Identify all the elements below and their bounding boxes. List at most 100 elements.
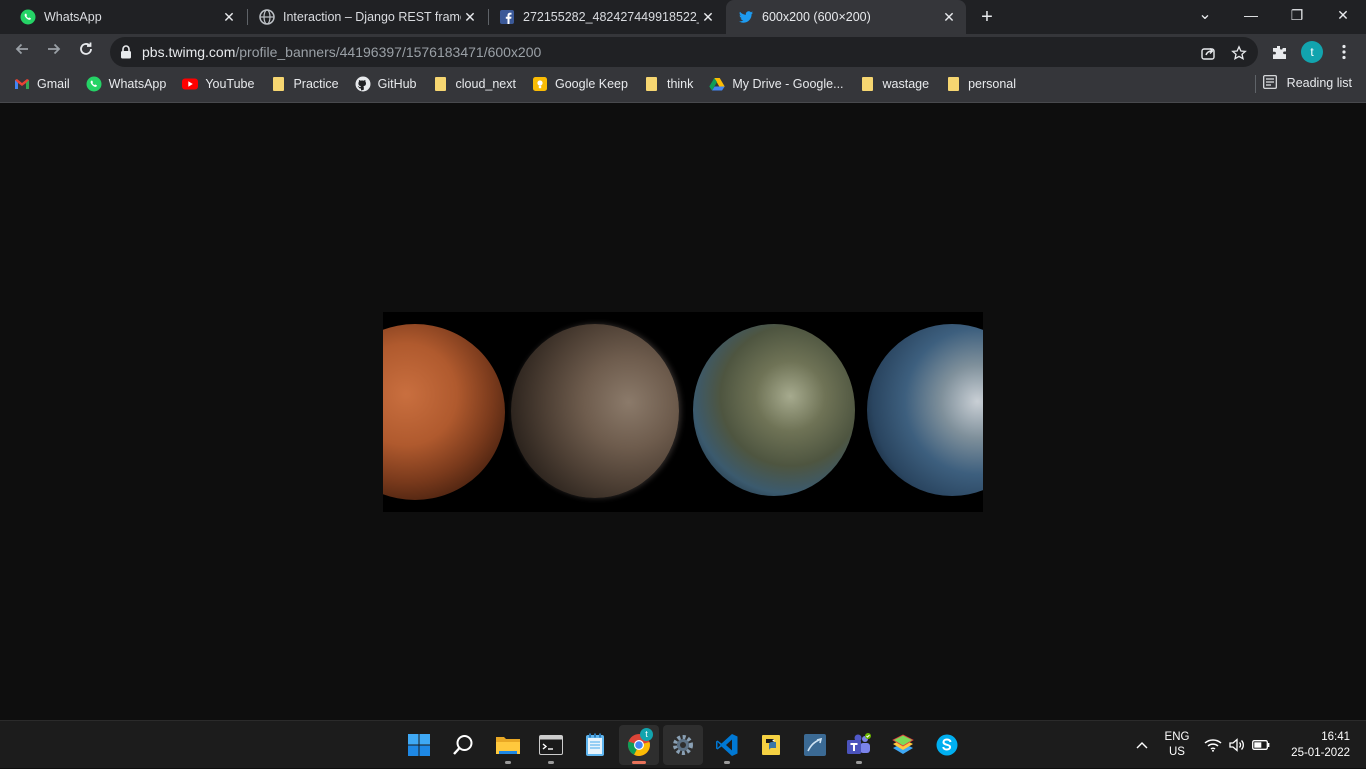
close-icon[interactable]: ✕: [220, 9, 238, 26]
python-idle-icon: [762, 735, 780, 755]
tab-django-rest[interactable]: Interaction – Django REST framework ✕: [247, 0, 487, 34]
address-bar[interactable]: pbs.twimg.com/profile_banners/44196397/1…: [110, 37, 1258, 67]
bookmark-practice[interactable]: Practice: [262, 72, 346, 96]
forward-button[interactable]: [42, 40, 66, 64]
terminal-icon: [539, 735, 563, 755]
search-icon: [453, 735, 473, 755]
wifi-icon: [1204, 739, 1222, 752]
tab-active-image[interactable]: 600x200 (600×200) ✕: [726, 0, 966, 34]
bookmark-label: personal: [968, 77, 1017, 91]
page-viewport: [0, 103, 1366, 720]
tab-facebook-image[interactable]: 272155282_482427449918522_7 ✕: [487, 0, 725, 34]
taskbar-clock[interactable]: 16:41 25-01-2022: [1284, 729, 1350, 761]
input-language-indicator[interactable]: ENG US: [1163, 730, 1191, 760]
reading-list-button[interactable]: Reading list: [1262, 75, 1352, 91]
close-icon[interactable]: ✕: [699, 9, 717, 26]
vscode-icon: [716, 734, 738, 756]
taskbar-mysql-workbench[interactable]: [795, 725, 835, 765]
back-button[interactable]: [10, 40, 34, 64]
youtube-icon: [182, 76, 199, 92]
bookmarks-bar: Gmail WhatsApp YouTube Practice GitHub c…: [0, 70, 1366, 98]
bookmark-github[interactable]: GitHub: [347, 72, 425, 96]
tab-title: Interaction – Django REST framework: [283, 10, 461, 24]
bookmark-youtube[interactable]: YouTube: [174, 72, 262, 96]
tab-title: 600x200 (600×200): [762, 10, 871, 24]
teams-icon: [847, 733, 871, 754]
bookmark-whatsapp[interactable]: WhatsApp: [78, 72, 175, 96]
taskbar-settings[interactable]: [663, 725, 703, 765]
bookmarks-separator: [1255, 75, 1256, 93]
bookmark-think[interactable]: think: [636, 72, 701, 96]
tab-search-button[interactable]: ⌄: [1182, 0, 1228, 30]
folder-icon: [433, 76, 449, 92]
url-host: pbs.twimg.com: [142, 44, 236, 60]
banner-image: [383, 312, 983, 512]
language-region: US: [1169, 746, 1185, 758]
battery-icon: [1252, 740, 1270, 750]
minimize-button[interactable]: —: [1228, 0, 1274, 30]
show-hidden-icons[interactable]: [1133, 721, 1151, 769]
volume-icon: [1229, 738, 1244, 752]
close-icon[interactable]: ✕: [940, 9, 958, 26]
tab-strip: WhatsApp ✕ Interaction – Django REST fra…: [0, 0, 1366, 34]
running-indicator: [856, 761, 862, 764]
system-tray-status[interactable]: [1204, 721, 1274, 769]
bookmark-wastage[interactable]: wastage: [852, 72, 938, 96]
menu-kebab-icon[interactable]: [1335, 43, 1353, 61]
notepad-icon: [586, 733, 604, 756]
taskbar-chrome[interactable]: t: [619, 725, 659, 765]
drive-icon: [709, 76, 726, 92]
bookmark-my-drive[interactable]: My Drive - Google...: [701, 72, 851, 96]
taskbar-vscode[interactable]: [707, 725, 747, 765]
planet-mars-oceans: [693, 324, 855, 496]
reading-list-label: Reading list: [1286, 76, 1352, 90]
taskbar-search-button[interactable]: [443, 725, 483, 765]
bookmark-label: cloud_next: [455, 77, 516, 91]
running-indicator: [505, 761, 511, 764]
bluestacks-icon: [892, 734, 914, 754]
taskbar-file-explorer[interactable]: [488, 725, 528, 765]
bookmark-personal[interactable]: personal: [937, 72, 1024, 96]
whatsapp-icon: [20, 9, 36, 25]
clock-date: 25-01-2022: [1291, 747, 1350, 759]
window-close-button[interactable]: ✕: [1320, 0, 1366, 30]
reload-icon: [80, 42, 92, 55]
bookmark-label: Google Keep: [554, 77, 628, 91]
chrome-profile-badge: t: [640, 728, 653, 741]
arrow-left-icon: [15, 43, 28, 55]
running-indicator: [724, 761, 730, 764]
taskbar-bluestacks[interactable]: [883, 725, 923, 765]
extensions-icon[interactable]: [1270, 43, 1288, 61]
tab-title: WhatsApp: [44, 10, 102, 24]
bookmark-label: Practice: [293, 77, 339, 91]
profile-avatar[interactable]: t: [1301, 41, 1323, 63]
start-button[interactable]: [399, 725, 439, 765]
tab-whatsapp[interactable]: WhatsApp ✕: [8, 0, 246, 34]
mysql-workbench-icon: [804, 734, 826, 756]
keep-icon: [532, 76, 548, 92]
bookmark-star-icon[interactable]: [1230, 44, 1248, 62]
chevron-up-icon: [1136, 742, 1148, 749]
folder-icon: [945, 76, 961, 92]
reload-button[interactable]: [74, 40, 98, 64]
clock-time: 16:41: [1321, 731, 1350, 743]
taskbar-teams[interactable]: [839, 725, 879, 765]
language-code: ENG: [1164, 731, 1190, 743]
maximize-button[interactable]: ❐: [1274, 0, 1320, 30]
bookmark-cloud-next[interactable]: cloud_next: [425, 72, 524, 96]
start-icon: [408, 734, 430, 756]
share-icon[interactable]: [1199, 44, 1217, 62]
bookmark-gmail[interactable]: Gmail: [6, 72, 78, 96]
new-tab-button[interactable]: +: [977, 6, 997, 28]
facebook-icon: [499, 9, 515, 25]
taskbar-python-idle[interactable]: [751, 725, 791, 765]
bookmark-google-keep[interactable]: Google Keep: [524, 72, 636, 96]
taskbar-notepad[interactable]: [575, 725, 615, 765]
close-icon[interactable]: ✕: [461, 9, 479, 26]
taskbar-terminal[interactable]: [531, 725, 571, 765]
arrow-right-icon: [48, 43, 61, 55]
browser-toolbar: pbs.twimg.com/profile_banners/44196397/1…: [0, 34, 1366, 70]
twitter-icon: [738, 9, 754, 25]
tab-title: 272155282_482427449918522_7: [523, 10, 699, 24]
taskbar-skype[interactable]: [927, 725, 967, 765]
